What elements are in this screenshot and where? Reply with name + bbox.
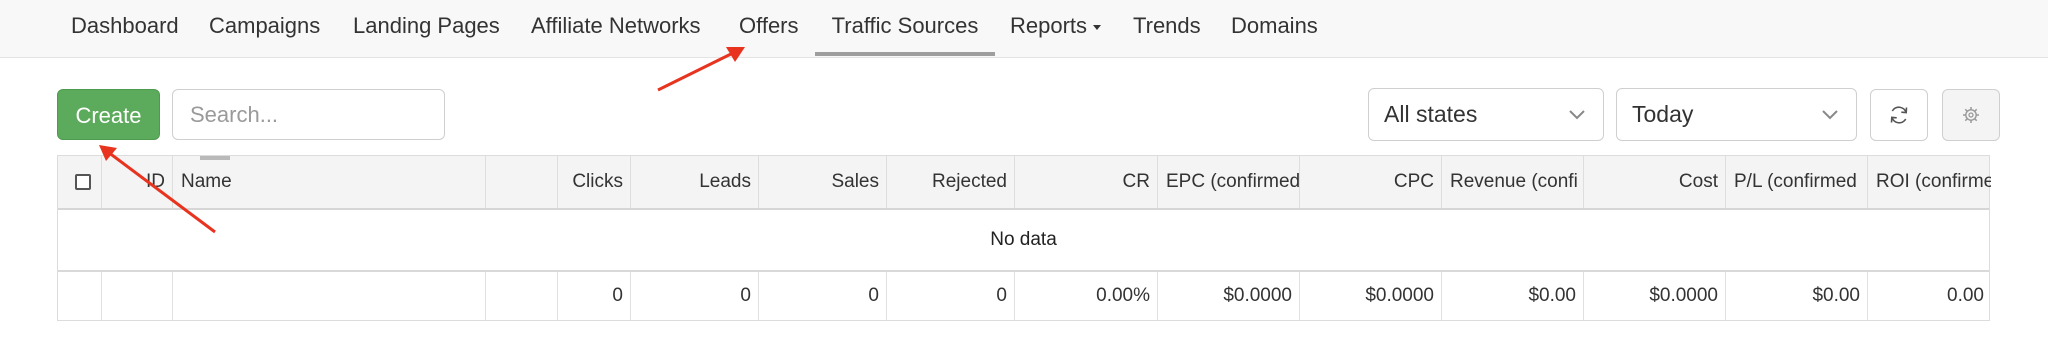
total-cell-empty — [173, 272, 486, 320]
column-header-pl[interactable]: P/L (confirmed — [1726, 156, 1868, 208]
state-filter-select[interactable]: All states — [1368, 88, 1604, 141]
column-header-epc[interactable]: EPC (confirmed — [1158, 156, 1300, 208]
column-header-sales[interactable]: Sales — [759, 156, 887, 208]
column-header-clicks[interactable]: Clicks — [558, 156, 631, 208]
total-epc: $0.0000 — [1158, 272, 1300, 320]
total-cell-empty — [58, 272, 102, 320]
column-header-spacer — [486, 156, 558, 208]
column-header-roi[interactable]: ROI (confirme — [1868, 156, 1991, 208]
column-header-cr[interactable]: CR — [1015, 156, 1158, 208]
total-clicks: 0 — [558, 272, 631, 320]
no-data-message: No data — [990, 229, 1057, 250]
total-roi: 0.00 — [1947, 285, 1984, 306]
column-header-cost[interactable]: Cost — [1584, 156, 1726, 208]
chevron-down-icon — [1822, 110, 1838, 120]
column-header-revenue[interactable]: Revenue (confi — [1442, 156, 1584, 208]
nav-offers[interactable]: Offers — [739, 0, 799, 52]
total-cell-empty — [486, 272, 558, 320]
column-header-rejected[interactable]: Rejected — [887, 156, 1015, 208]
nav-dashboard[interactable]: Dashboard — [71, 0, 179, 52]
column-header-id[interactable]: ID — [102, 156, 173, 208]
traffic-sources-table: ID Name Clicks Leads Sales Rejected CR E… — [57, 155, 1991, 321]
search-input[interactable] — [172, 89, 445, 140]
settings-button[interactable] — [1942, 89, 2000, 141]
nav-reports-label: Reports — [1010, 13, 1088, 38]
gear-icon — [1963, 107, 1979, 123]
total-cost: $0.0000 — [1584, 272, 1726, 320]
nav-campaigns[interactable]: Campaigns — [209, 0, 320, 52]
refresh-button[interactable] — [1870, 89, 1928, 141]
total-cpc: $0.0000 — [1300, 272, 1442, 320]
chevron-down-icon — [1569, 110, 1585, 120]
column-header-name[interactable]: Name — [173, 156, 486, 208]
nav-reports[interactable]: Reports — [1010, 0, 1102, 52]
nav-landing-pages[interactable]: Landing Pages — [353, 0, 500, 52]
total-sales: 0 — [759, 272, 887, 320]
nav-affiliate-networks[interactable]: Affiliate Networks — [531, 0, 701, 52]
top-navigation: Dashboard Campaigns Landing Pages Affili… — [0, 0, 2048, 58]
total-rejected: 0 — [887, 272, 1015, 320]
nav-traffic-sources[interactable]: Traffic Sources — [815, 0, 995, 56]
total-revenue: $0.00 — [1442, 272, 1584, 320]
caret-down-icon — [1093, 24, 1102, 30]
date-range-value: Today — [1632, 101, 1694, 127]
select-all-cell — [58, 156, 102, 208]
total-pl: $0.00 — [1726, 272, 1868, 320]
state-filter-value: All states — [1384, 101, 1478, 127]
nav-trends[interactable]: Trends — [1133, 0, 1201, 52]
refresh-icon — [1890, 106, 1908, 124]
select-all-checkbox[interactable] — [75, 174, 91, 190]
total-cr: 0.00% — [1015, 272, 1158, 320]
total-cell-empty — [102, 272, 173, 320]
column-header-leads[interactable]: Leads — [631, 156, 759, 208]
nav-domains[interactable]: Domains — [1231, 0, 1318, 52]
column-header-cpc[interactable]: CPC — [1300, 156, 1442, 208]
table-header: ID Name Clicks Leads Sales Rejected CR E… — [58, 156, 1991, 210]
date-range-select[interactable]: Today — [1616, 88, 1857, 141]
empty-row: No data — [58, 210, 1989, 272]
create-button[interactable]: Create — [57, 89, 160, 140]
total-leads: 0 — [631, 272, 759, 320]
totals-row: 0 0 0 0 0.00% $0.0000 $0.0000 $0.00 $0.0… — [58, 272, 1989, 320]
